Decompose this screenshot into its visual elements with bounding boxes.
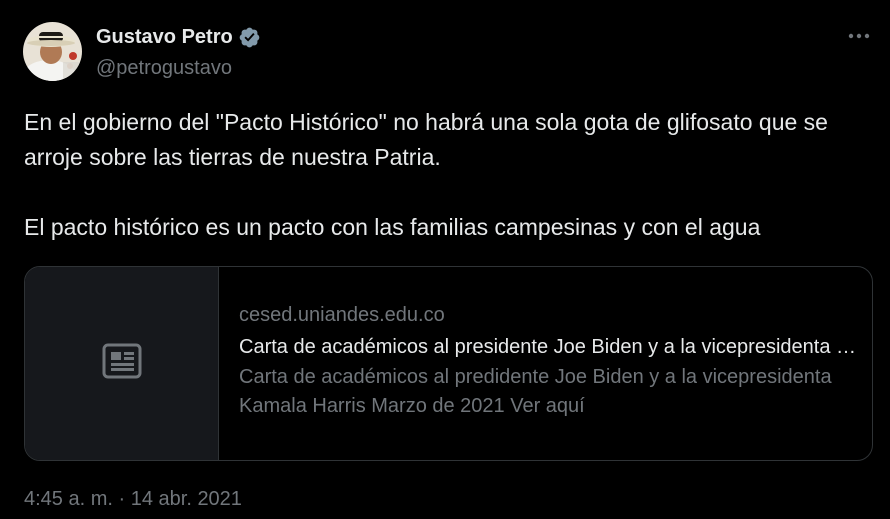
avatar-image <box>23 22 82 81</box>
tweet-time: 4:45 a. m. <box>24 488 113 510</box>
link-preview-card[interactable]: cesed.uniandes.edu.co Carta de académico… <box>24 266 873 461</box>
author-name-row: Gustavo Petro <box>96 24 261 50</box>
avatar[interactable] <box>23 22 82 81</box>
tweet-text: En el gobierno del "Pacto Histórico" no … <box>24 105 874 245</box>
author-name[interactable]: Gustavo Petro <box>96 24 233 50</box>
card-thumbnail <box>25 267 219 460</box>
tweet-time-link[interactable]: 4:45 a. m. <box>24 488 113 510</box>
tweet-date: 14 abr. 2021 <box>130 488 242 510</box>
news-article-icon <box>102 343 142 384</box>
tweet-paragraph-2: El pacto histórico es un pacto con las f… <box>24 214 761 240</box>
more-horizontal-icon[interactable] <box>846 26 872 46</box>
card-title: Carta de académicos al presidente Joe Bi… <box>239 336 859 358</box>
tweet-timestamp: 4:45 a. m. · 14 abr. 2021 <box>24 486 242 512</box>
card-domain: cesed.uniandes.edu.co <box>239 304 445 326</box>
timestamp-separator: · <box>112 488 131 510</box>
card-description: Carta de académicos al predidente Joe Bi… <box>239 366 832 417</box>
card-body: cesed.uniandes.edu.co Carta de académico… <box>219 267 859 460</box>
tweet: Gustavo Petro @petrogustavo En el gobier… <box>0 0 890 519</box>
author-handle[interactable]: @petrogustavo <box>96 56 232 80</box>
tweet-paragraph-1: En el gobierno del "Pacto Histórico" no … <box>24 109 828 170</box>
verified-badge-icon[interactable] <box>238 26 261 49</box>
